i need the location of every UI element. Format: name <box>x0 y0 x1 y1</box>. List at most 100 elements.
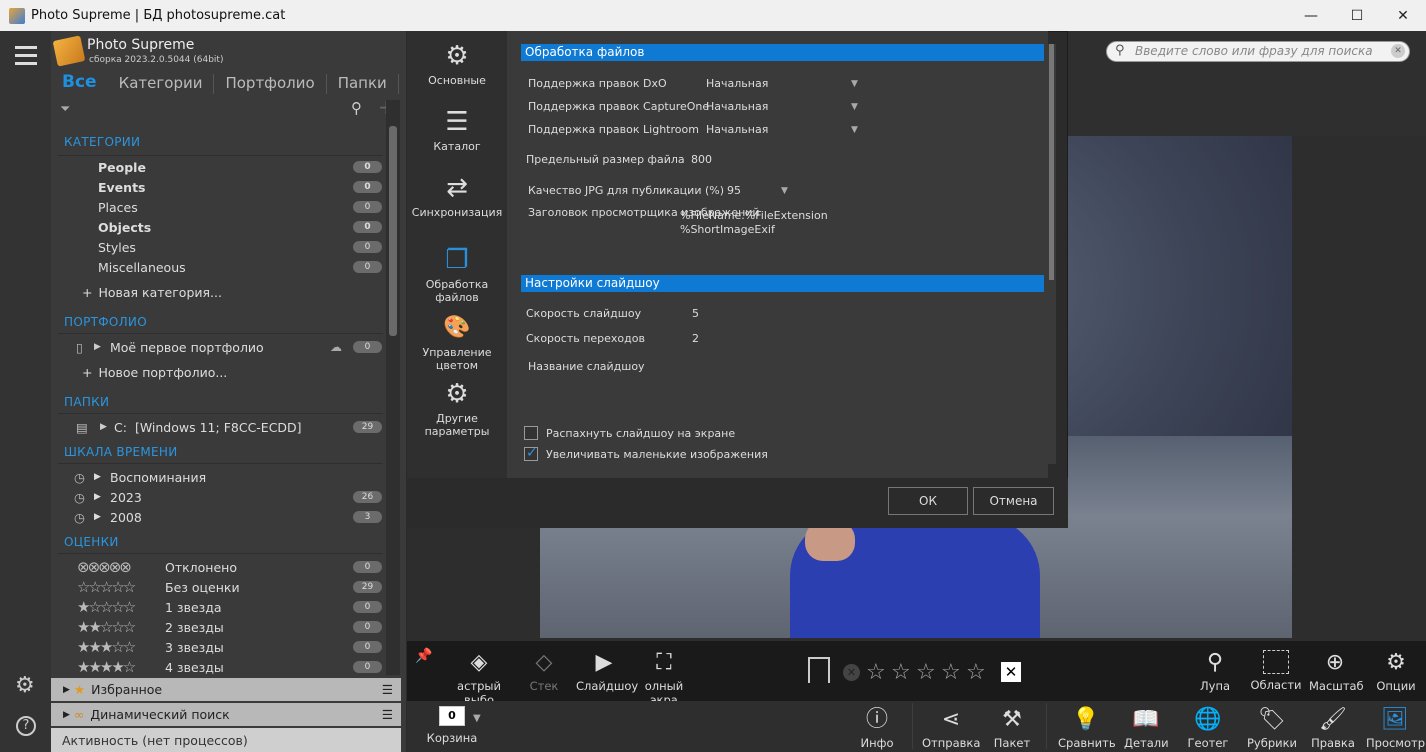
rating-star-2-icon[interactable]: ☆ <box>891 660 911 685</box>
filter-icon[interactable]: ⏷ <box>60 102 70 117</box>
slideshow-button[interactable]: ▶ Слайдшоу <box>576 650 638 693</box>
search-input[interactable]: Введите слово или фразу для поиска <box>1135 44 1373 58</box>
dropdown-arrow-icon[interactable]: ▼ <box>851 102 858 112</box>
compare-button[interactable]: 💡 Сравнить <box>1058 707 1116 750</box>
list-item[interactable]: ▯ ▶ Моё первое портфолио ☁ 0 <box>76 337 382 357</box>
ok-button[interactable]: ОК <box>888 487 968 515</box>
rubrics-button[interactable]: 🏷 Рубрики <box>1246 707 1298 750</box>
nav-sync[interactable]: ⇄ Синхронизация <box>407 174 507 219</box>
viewer-title-input-line2[interactable]: %ShortImageExif <box>680 223 775 236</box>
favorites-panel[interactable]: ▶ ★ Избранное ☰ <box>51 678 401 701</box>
tab-categories[interactable]: Категории <box>108 72 214 96</box>
captureone-select[interactable]: Начальная <box>706 100 768 113</box>
list-item[interactable]: ★★★★☆ 4 звезды 0 <box>77 657 382 677</box>
fullscreen-button[interactable]: ⛶ олный экра <box>633 650 695 707</box>
clear-rating-icon[interactable]: ✕ <box>1001 662 1021 682</box>
dropdown-arrow-icon[interactable]: ▼ <box>851 125 858 135</box>
batch-button[interactable]: ⚒ Пакет <box>992 707 1032 750</box>
basket-dropdown-icon[interactable]: ▼ <box>473 713 481 724</box>
clear-search-icon[interactable]: ✕ <box>1391 44 1405 58</box>
nav-color-management[interactable]: 🎨 Управление цветом <box>407 314 507 372</box>
dxo-select[interactable]: Начальная <box>706 77 768 90</box>
dynamic-search-panel[interactable]: ▶ ∞ Динамический поиск ☰ <box>51 703 401 726</box>
portfolio-section-title[interactable]: ПОРТФОЛИО <box>64 315 147 329</box>
list-item[interactable]: ★★☆☆☆ 2 звезды 0 <box>77 617 382 637</box>
nav-file-processing[interactable]: ❐ Обработка файлов <box>407 246 507 304</box>
search-box[interactable]: ⚲ Введите слово или фразу для поиска ✕ <box>1106 41 1410 62</box>
expand-arrow-icon[interactable]: ▶ <box>63 710 70 720</box>
new-portfolio-button[interactable]: + Новое портфолио... <box>82 362 227 382</box>
geotag-button[interactable]: 🌐 Геотег <box>1186 707 1230 750</box>
edit-button[interactable]: 🖌 Правка <box>1310 707 1356 750</box>
reject-icon[interactable]: ✕ <box>843 664 860 681</box>
dropdown-arrow-icon[interactable]: ▼ <box>781 186 788 196</box>
list-item[interactable]: ◷ ▶ 2008 3 <box>74 507 382 527</box>
dialog-scrollbar[interactable] <box>1048 44 1056 464</box>
nav-catalog[interactable]: ☰ Каталог <box>407 108 507 153</box>
tab-portfolio[interactable]: Портфолио <box>214 72 325 96</box>
list-item[interactable]: People 0 <box>98 157 382 177</box>
search-icon[interactable]: ⚲ <box>351 99 362 117</box>
rating-star-3-icon[interactable]: ☆ <box>916 660 936 685</box>
pin-icon[interactable]: 📌 <box>415 648 432 664</box>
list-item[interactable]: Objects 0 <box>98 217 382 237</box>
info-button[interactable]: ⓘ Инфо <box>856 707 898 750</box>
max-file-size-input[interactable]: 800 <box>691 153 712 166</box>
list-item[interactable]: Events 0 <box>98 177 382 197</box>
stack-button[interactable]: ◇ Стек <box>524 650 564 693</box>
cancel-button[interactable]: Отмена <box>973 487 1054 515</box>
lightroom-select[interactable]: Начальная <box>706 123 768 136</box>
list-item[interactable]: ▤ ▶ C: [Windows 11; F8CC-ECDD] 29 <box>76 417 382 437</box>
side-scrollbar[interactable] <box>386 100 400 675</box>
new-category-button[interactable]: + Новая категория... <box>82 282 222 302</box>
expand-arrow-icon[interactable]: ▶ <box>100 422 114 432</box>
maximize-button[interactable]: ☐ <box>1334 0 1380 31</box>
tab-all[interactable]: Все <box>51 72 108 96</box>
panel-menu-icon[interactable]: ☰ <box>382 682 393 697</box>
settings-gear-icon[interactable]: ⚙ <box>15 673 35 698</box>
list-item[interactable]: ☆☆☆☆☆ Без оценки 29 <box>77 577 382 597</box>
list-item[interactable]: ⊗⊗⊗⊗⊗ Отклонено 0 <box>77 557 382 577</box>
rating-star-4-icon[interactable]: ☆ <box>941 660 961 685</box>
list-item[interactable]: ★☆☆☆☆ 1 звезда 0 <box>77 597 382 617</box>
loupe-button[interactable]: ⚲ Лупа <box>1192 650 1238 693</box>
categories-section-title[interactable]: КАТЕГОРИИ <box>64 135 140 149</box>
ratings-section-title[interactable]: ОЦЕНКИ <box>64 535 119 549</box>
list-item[interactable]: ◷ ▶ Воспоминания <box>74 467 382 487</box>
list-item[interactable]: Miscellaneous 0 <box>98 257 382 277</box>
dropdown-arrow-icon[interactable]: ▼ <box>851 79 858 89</box>
view-button[interactable]: 🖼 Просмотр <box>1366 707 1425 750</box>
minimize-button[interactable]: — <box>1288 0 1334 31</box>
transition-speed-input[interactable]: 2 <box>692 332 699 345</box>
list-item[interactable]: ★★★☆☆ 3 звезды 0 <box>77 637 382 657</box>
rating-star-1-icon[interactable]: ☆ <box>866 660 886 685</box>
basket-button[interactable]: 0 Корзина <box>425 706 479 745</box>
slideshow-speed-input[interactable]: 5 <box>692 307 699 320</box>
nav-other[interactable]: ⚙ Другие параметры <box>407 380 507 438</box>
close-button[interactable]: ✕ <box>1380 0 1426 31</box>
enlarge-checkbox[interactable] <box>524 445 538 461</box>
bookmark-icon[interactable] <box>808 657 830 683</box>
expand-arrow-icon[interactable]: ▶ <box>94 512 110 522</box>
expand-arrow-icon[interactable]: ▶ <box>94 472 110 482</box>
list-item[interactable]: Places 0 <box>98 197 382 217</box>
folders-section-title[interactable]: ПАПКИ <box>64 395 109 409</box>
list-item[interactable]: ◷ ▶ 2023 26 <box>74 487 382 507</box>
viewer-title-input[interactable]: %FileName.%FileExtension <box>680 209 828 222</box>
areas-button[interactable]: Области <box>1250 650 1302 692</box>
rating-star-5-icon[interactable]: ☆ <box>966 660 986 685</box>
expand-arrow-icon[interactable]: ▶ <box>94 492 110 502</box>
send-button[interactable]: ⋖ Отправка <box>922 707 980 750</box>
expand-arrow-icon[interactable]: ▶ <box>63 685 70 695</box>
help-icon[interactable]: ? <box>16 716 36 736</box>
tab-folders[interactable]: Папки <box>327 72 398 96</box>
options-button[interactable]: ⚙ Опции <box>1373 650 1419 693</box>
timeline-section-title[interactable]: ШКАЛА ВРЕМЕНИ <box>64 445 178 459</box>
nav-general[interactable]: ⚙ Основные <box>407 42 507 87</box>
fullscreen-checkbox[interactable] <box>524 426 538 440</box>
details-button[interactable]: 📖 Детали <box>1124 707 1169 750</box>
jpg-quality-select[interactable]: 95 <box>727 184 741 197</box>
panel-menu-icon[interactable]: ☰ <box>382 707 393 722</box>
quick-select-button[interactable]: ◈ астрый выбо <box>448 650 510 707</box>
list-item[interactable]: Styles 0 <box>98 237 382 257</box>
